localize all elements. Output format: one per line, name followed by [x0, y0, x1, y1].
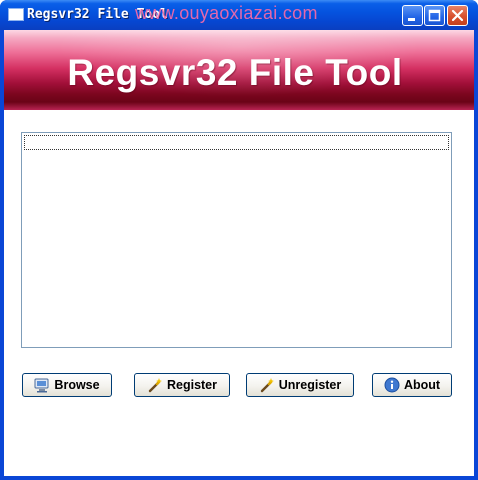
close-icon [451, 9, 464, 22]
register-label: Register [166, 378, 218, 392]
computer-icon [34, 377, 50, 393]
minimize-icon [408, 18, 415, 21]
maximize-icon [428, 9, 441, 22]
application-window: Regsvr32 File Tool www.ouyaoxiazai.com R… [0, 0, 478, 480]
maximize-button[interactable] [424, 5, 445, 26]
header-banner: Regsvr32 File Tool [4, 30, 474, 110]
about-label: About [403, 378, 441, 392]
wand-icon [147, 377, 163, 393]
info-icon [384, 377, 400, 393]
register-button[interactable]: Register [134, 373, 230, 397]
unregister-label: Unregister [278, 378, 342, 392]
watermark-text: www.ouyaoxiazai.com [135, 3, 318, 23]
banner-title: Regsvr32 File Tool [67, 52, 403, 93]
browse-button[interactable]: Browse [22, 373, 112, 397]
client-area: Regsvr32 File Tool Browse Register Unreg… [4, 30, 474, 480]
close-button[interactable] [447, 5, 468, 26]
list-focus-row[interactable] [24, 135, 449, 150]
app-window-icon [8, 8, 24, 21]
unregister-button[interactable]: Unregister [246, 373, 354, 397]
minimize-button[interactable] [402, 5, 423, 26]
about-button[interactable]: About [372, 373, 452, 397]
window-bottom-border [4, 476, 474, 480]
wand-icon [259, 377, 275, 393]
file-list[interactable] [21, 132, 452, 348]
title-bar[interactable]: Regsvr32 File Tool www.ouyaoxiazai.com [0, 0, 478, 30]
browse-label: Browse [54, 378, 100, 392]
